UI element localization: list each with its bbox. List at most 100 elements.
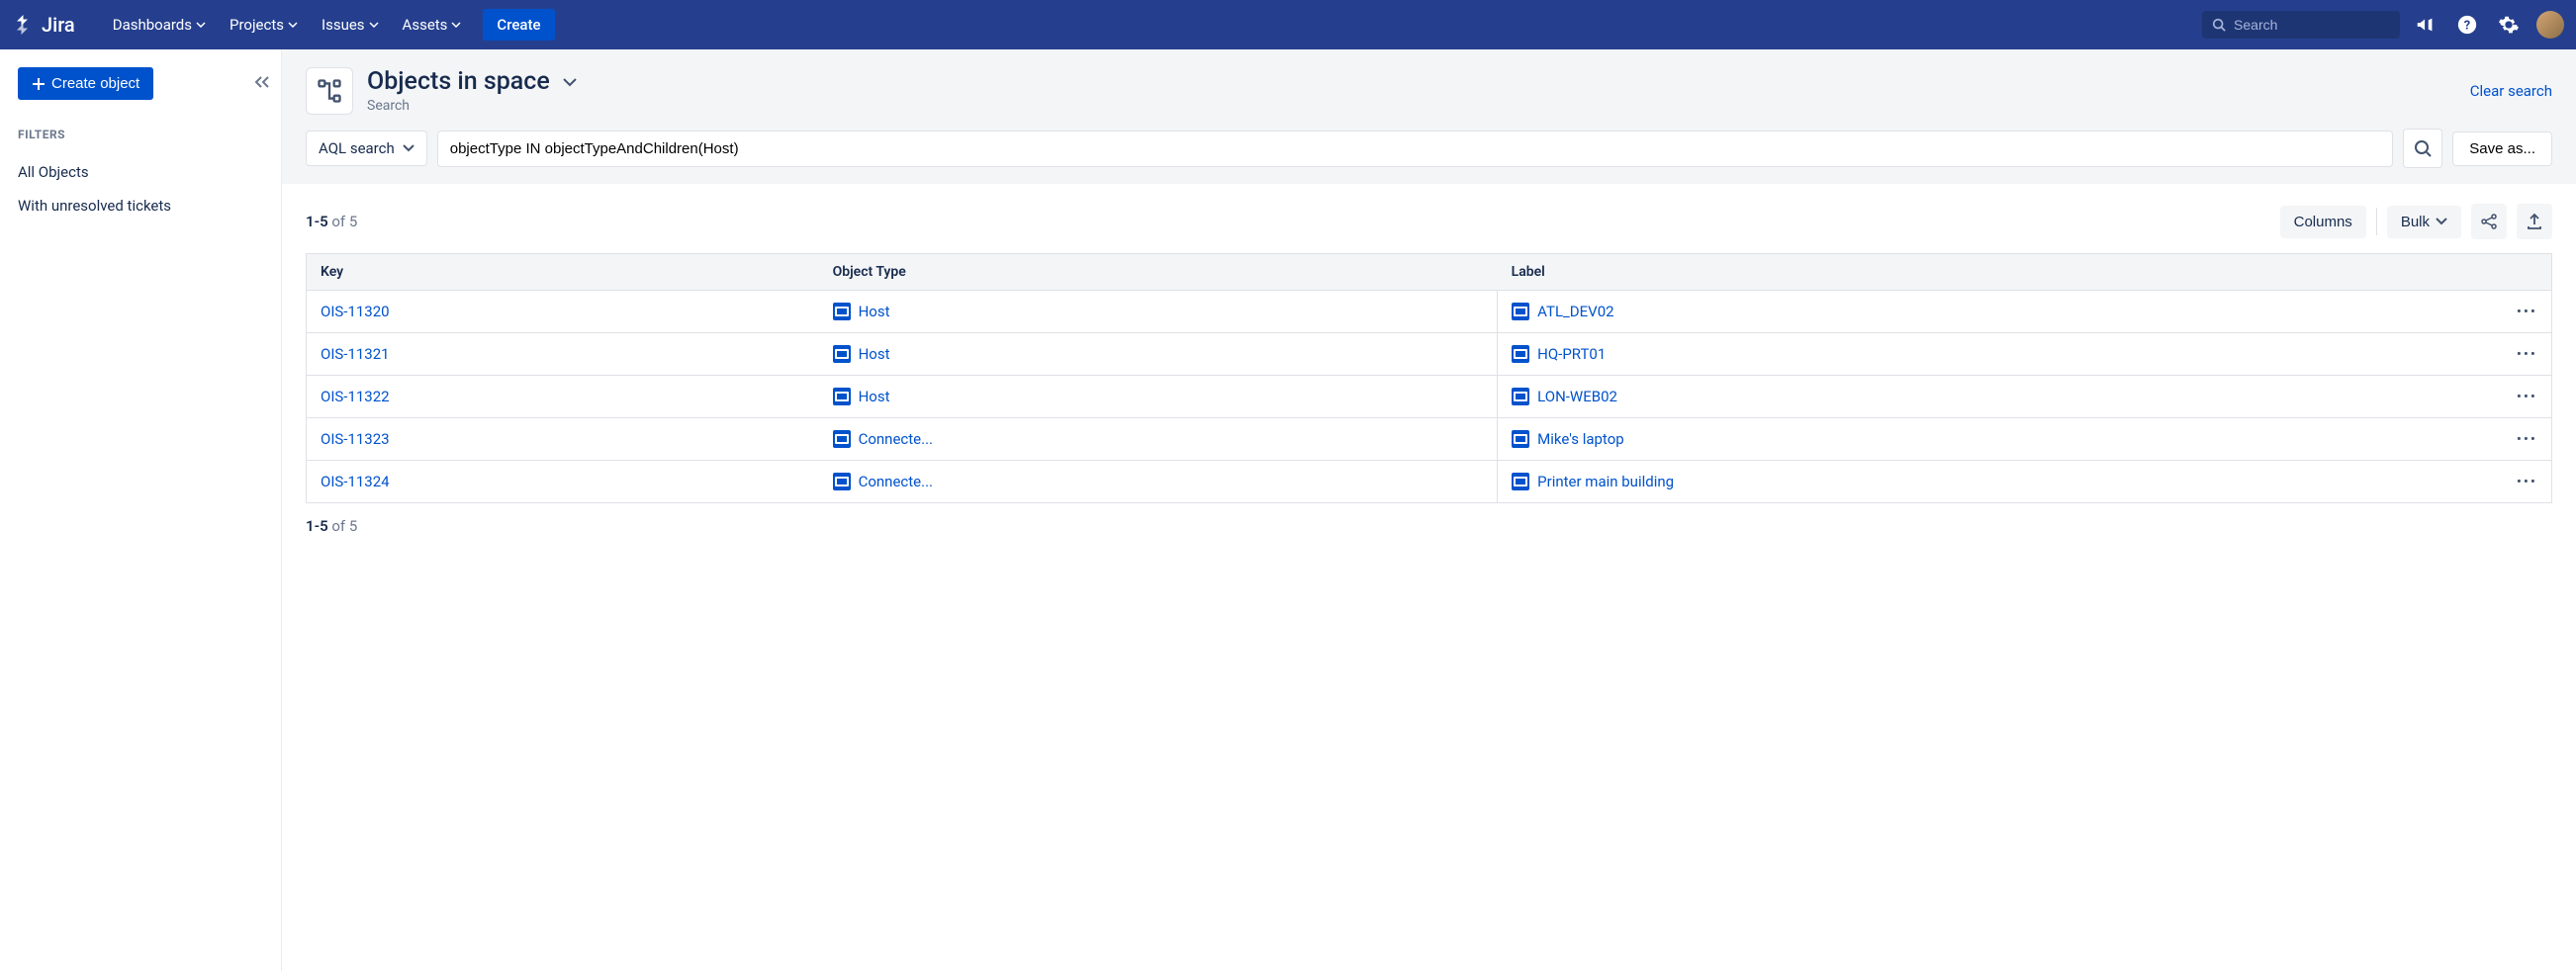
share-icon (2480, 213, 2498, 230)
results-toolbar: 1-5 of 5 Columns Bulk (306, 204, 2552, 239)
chevron-down-icon (451, 22, 461, 28)
nav-projects-label: Projects (230, 16, 284, 34)
object-label-link[interactable]: Mike's laptop (1537, 430, 1624, 448)
jira-logo-text: Jira (42, 13, 75, 37)
user-avatar[interactable] (2536, 11, 2564, 39)
object-tree-icon (306, 67, 353, 115)
chevron-down-icon (288, 22, 298, 28)
object-key-link[interactable]: OIS-11323 (321, 430, 390, 448)
columns-button[interactable]: Columns (2280, 206, 2366, 238)
announce-icon[interactable] (2412, 11, 2439, 39)
object-type-link[interactable]: Host (859, 388, 890, 405)
chevron-down-icon (2436, 218, 2447, 225)
col-type[interactable]: Object Type (819, 254, 1498, 291)
page-title: Objects in space (367, 67, 550, 96)
page-subtitle: Search (367, 98, 2470, 114)
clear-search-link[interactable]: Clear search (2470, 82, 2552, 100)
object-key-link[interactable]: OIS-11320 (321, 303, 390, 320)
nav-dashboards-label: Dashboards (113, 16, 192, 34)
object-type-link[interactable]: Host (859, 345, 890, 363)
object-key-link[interactable]: OIS-11321 (321, 345, 390, 363)
chevron-down-icon (196, 22, 206, 28)
filter-unresolved-tickets[interactable]: With unresolved tickets (18, 189, 263, 222)
nav-issues[interactable]: Issues (312, 10, 389, 40)
aql-query-input[interactable] (437, 131, 2394, 167)
object-label-link[interactable]: Printer main building (1537, 473, 1674, 490)
topnav-icons: ? (2412, 11, 2564, 39)
sidebar: Create object FILTERS All Objects With u… (0, 49, 282, 971)
search-icon (2414, 139, 2432, 157)
chevron-down-icon[interactable] (562, 77, 578, 87)
object-label-icon (1512, 303, 1529, 320)
top-navigation: Jira Dashboards Projects Issues Assets C… (0, 0, 2576, 49)
row-actions-button[interactable]: ••• (2503, 376, 2552, 418)
bulk-label: Bulk (2401, 214, 2430, 230)
row-actions-button[interactable]: ••• (2503, 291, 2552, 333)
table-row: OIS-11323 Connecte... Mike's laptop ••• (307, 418, 2552, 461)
results-table: Key Object Type Label OIS-11320 Host ATL_D… (306, 253, 2552, 503)
object-label-icon (1512, 430, 1529, 448)
nav-dashboards[interactable]: Dashboards (103, 10, 216, 40)
row-actions-button[interactable]: ••• (2503, 461, 2552, 503)
main-content: Objects in space Search Clear search AQL… (282, 49, 2576, 971)
row-actions-button[interactable]: ••• (2503, 418, 2552, 461)
object-label-icon (1512, 345, 1529, 363)
row-actions-button[interactable]: ••• (2503, 333, 2552, 376)
create-button[interactable]: Create (483, 9, 554, 41)
object-label-link[interactable]: HQ-PRT01 (1537, 345, 1606, 363)
object-type-icon (833, 388, 851, 405)
settings-icon[interactable] (2495, 11, 2523, 39)
search-button[interactable] (2403, 129, 2442, 168)
table-row: OIS-11320 Host ATL_DEV02 ••• (307, 291, 2552, 333)
collapse-sidebar-icon[interactable] (253, 73, 271, 91)
help-icon[interactable]: ? (2453, 11, 2481, 39)
object-label-icon (1512, 473, 1529, 490)
object-type-link[interactable]: Connecte... (859, 473, 933, 490)
aql-mode-dropdown[interactable]: AQL search (306, 131, 427, 166)
nav-assets[interactable]: Assets (393, 10, 472, 40)
col-key[interactable]: Key (307, 254, 819, 291)
page-header: Objects in space Search Clear search (282, 49, 2576, 129)
aql-mode-label: AQL search (319, 139, 395, 157)
object-key-link[interactable]: OIS-11322 (321, 388, 390, 405)
table-row: OIS-11324 Connecte... Printer main buildin… (307, 461, 2552, 503)
object-type-icon (833, 303, 851, 320)
export-icon (2526, 213, 2543, 230)
chevron-down-icon (369, 22, 379, 28)
plus-icon (32, 77, 46, 91)
object-key-link[interactable]: OIS-11324 (321, 473, 390, 490)
object-label-link[interactable]: ATL_DEV02 (1537, 303, 1613, 320)
object-label-link[interactable]: LON-WEB02 (1537, 388, 1617, 405)
save-as-button[interactable]: Save as... (2452, 132, 2552, 166)
object-label-icon (1512, 388, 1529, 405)
object-type-icon (833, 473, 851, 490)
nav-issues-label: Issues (322, 16, 365, 34)
export-button[interactable] (2517, 204, 2552, 239)
search-icon (2212, 17, 2226, 33)
filters-heading: FILTERS (18, 128, 263, 141)
table-row: OIS-11321 Host HQ-PRT01 ••• (307, 333, 2552, 376)
col-actions (2503, 254, 2552, 291)
jira-logo[interactable]: Jira (12, 13, 75, 37)
svg-text:?: ? (2464, 19, 2470, 34)
filter-all-objects[interactable]: All Objects (18, 155, 263, 189)
create-object-button[interactable]: Create object (18, 67, 153, 100)
global-search[interactable] (2202, 11, 2400, 39)
table-row: OIS-11322 Host LON-WEB02 ••• (307, 376, 2552, 418)
create-object-label: Create object (51, 75, 139, 92)
jira-logo-icon (12, 13, 36, 37)
results-count-top: 1-5 of 5 (306, 213, 357, 230)
toolbar-divider (2376, 208, 2377, 235)
global-search-input[interactable] (2234, 17, 2390, 33)
search-row: AQL search Save as... (282, 129, 2576, 184)
nav-projects[interactable]: Projects (220, 10, 308, 40)
share-button[interactable] (2471, 204, 2507, 239)
object-type-link[interactable]: Host (859, 303, 890, 320)
object-type-icon (833, 430, 851, 448)
chevron-down-icon (403, 144, 414, 152)
results-count-bottom: 1-5 of 5 (306, 517, 2552, 535)
col-label[interactable]: Label (1498, 254, 2503, 291)
nav-items: Dashboards Projects Issues Assets Create (103, 9, 555, 41)
bulk-button[interactable]: Bulk (2387, 206, 2461, 238)
object-type-link[interactable]: Connecte... (859, 430, 933, 448)
